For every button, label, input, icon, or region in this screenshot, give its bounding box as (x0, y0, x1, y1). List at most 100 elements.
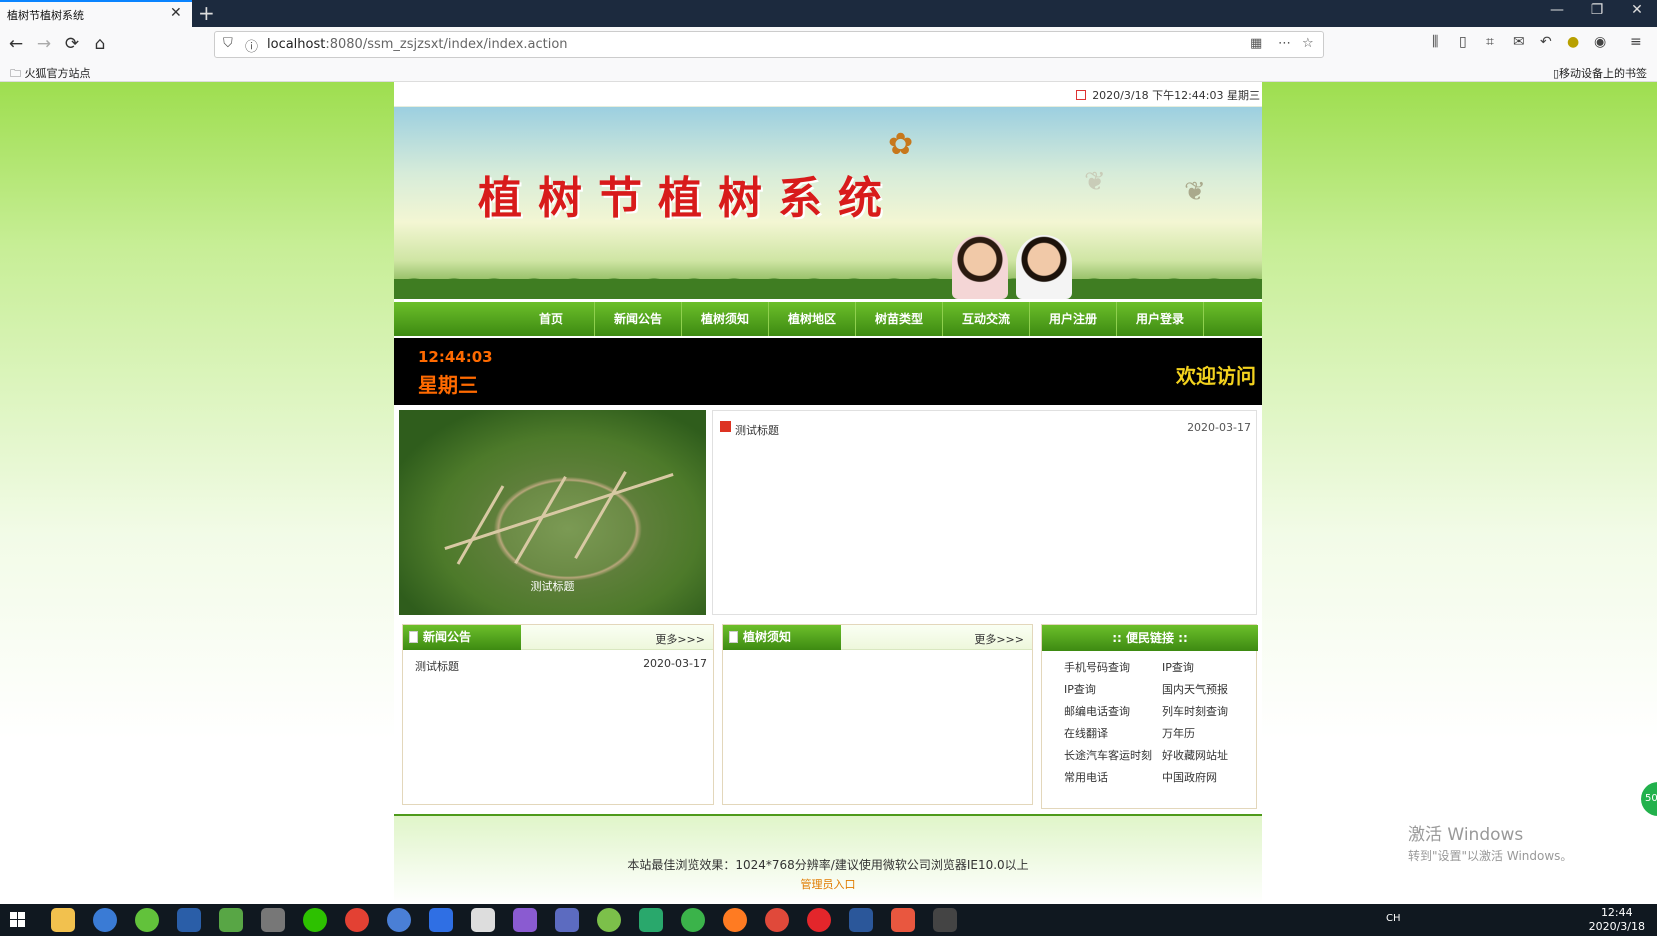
menu-home[interactable]: 首页 (508, 302, 595, 336)
app-icon[interactable] (135, 908, 159, 932)
link-translate[interactable]: 在线翻译 (1064, 725, 1108, 741)
url-bar[interactable]: ⛉ ⓘ localhost:8080/ssm_zsjzsxt/index/ind… (214, 31, 1324, 58)
app-icon[interactable] (555, 908, 579, 932)
admin-entry-link[interactable]: 管理员入口 (394, 876, 1262, 892)
app-icon[interactable] (933, 908, 957, 932)
active-tab[interactable]: 植树节植树系统 ✕ (0, 0, 192, 27)
document-icon (729, 631, 738, 643)
file-explorer-icon[interactable] (51, 908, 75, 932)
main-menu: 首页 新闻公告 植树须知 植树地区 树苗类型 互动交流 用户注册 用户登录 (394, 302, 1262, 336)
app-icon[interactable] (387, 908, 411, 932)
library-icon[interactable]: ⫼ (1432, 34, 1438, 50)
menu-icon[interactable]: ≡ (1630, 34, 1642, 50)
bookmark-mobile[interactable]: ▯移动设备上的书签 (1553, 65, 1647, 81)
chrome-icon[interactable] (345, 908, 369, 932)
calendar-icon (1076, 90, 1087, 100)
page-actions-icon[interactable]: ⋯ (1278, 36, 1291, 51)
restore-button[interactable]: ❐ (1577, 2, 1617, 18)
app-icon[interactable] (219, 908, 243, 932)
photo-caption[interactable]: 测试标题 (399, 578, 706, 594)
site-info-icon[interactable]: ⓘ (245, 36, 258, 55)
close-window-button[interactable]: ✕ (1617, 2, 1657, 18)
system-clock[interactable]: 12:44 2020/3/18 (1589, 906, 1645, 934)
app-icon[interactable] (177, 908, 201, 932)
url-host: localhost (267, 37, 326, 52)
leaf-vein (514, 475, 567, 565)
menu-login[interactable]: 用户登录 (1117, 302, 1204, 336)
screenshot-icon[interactable]: ⌗ (1486, 34, 1494, 50)
butterfly-icon: ❦ (1184, 177, 1206, 207)
link-phone-lookup[interactable]: 手机号码查询 (1064, 659, 1130, 675)
windows-start-icon[interactable] (10, 912, 26, 928)
news-item-title[interactable]: 测试标题 (415, 658, 459, 674)
link-ip-lookup[interactable]: IP查询 (1064, 681, 1096, 697)
panel-title: 植树须知 (723, 625, 841, 650)
featured-photo[interactable]: 测试标题 (399, 410, 706, 615)
child-photo (1016, 235, 1072, 299)
back-icon[interactable]: ← (4, 32, 28, 56)
panel-header: 新闻公告 更多>>> (403, 625, 713, 650)
link-train-schedule[interactable]: 列车时刻查询 (1162, 703, 1228, 719)
app-icon[interactable] (891, 908, 915, 932)
menu-seedling-types[interactable]: 树苗类型 (856, 302, 943, 336)
link-ip-lookup[interactable]: IP查询 (1162, 659, 1194, 675)
link-bus-schedule[interactable]: 长途汽车客运时刻 (1064, 747, 1152, 763)
chrome-icon[interactable] (765, 908, 789, 932)
wechat-icon[interactable] (303, 908, 327, 932)
guide-panel: 植树须知 更多>>> (722, 624, 1033, 805)
tab-close-icon[interactable]: ✕ (170, 5, 182, 21)
more-link[interactable]: 更多>>> (974, 631, 1024, 647)
bookmark-star-icon[interactable]: ☆ (1302, 36, 1314, 51)
word-icon[interactable] (849, 908, 873, 932)
app-icon[interactable] (597, 908, 621, 932)
undo-icon[interactable]: ↶ (1540, 34, 1552, 50)
extension-icon[interactable]: ● (1567, 34, 1579, 50)
banner: 植树节植树系统 ✿ ❦ ❦ (394, 107, 1262, 299)
floating-badge[interactable]: 50 (1641, 782, 1657, 816)
menu-news[interactable]: 新闻公告 (595, 302, 682, 336)
link-weather[interactable]: 国内天气预报 (1162, 681, 1228, 697)
firefox-icon[interactable] (723, 908, 747, 932)
minimize-button[interactable]: — (1537, 2, 1577, 18)
app-icon[interactable] (429, 908, 453, 932)
headline-box: 测试标题 2020-03-17 (712, 410, 1257, 615)
reload-icon[interactable]: ⟳ (60, 32, 84, 56)
menu-register[interactable]: 用户注册 (1030, 302, 1117, 336)
home-icon[interactable]: ⌂ (88, 32, 112, 56)
tools-icon[interactable] (261, 908, 285, 932)
link-favorites[interactable]: 好收藏网站址 (1162, 747, 1228, 763)
tray-time: 12:44 (1600, 906, 1633, 919)
input-language[interactable]: CH (1386, 913, 1401, 924)
menu-interaction[interactable]: 互动交流 (943, 302, 1030, 336)
opera-icon[interactable] (807, 908, 831, 932)
app-icon[interactable] (681, 908, 705, 932)
link-common-phones[interactable]: 常用电话 (1064, 769, 1108, 785)
url-text[interactable]: localhost:8080/ssm_zsjzsxt/index/index.a… (267, 37, 568, 52)
quick-links-title: :: 便民链接 :: (1042, 625, 1258, 651)
ie-icon[interactable] (93, 908, 117, 932)
shield-icon[interactable]: ⛉ (223, 36, 233, 51)
link-gov-site[interactable]: 中国政府网 (1162, 769, 1217, 785)
child-photo (952, 235, 1008, 299)
news-flag-icon (720, 421, 731, 432)
tab-title: 植树节植树系统 (7, 9, 84, 22)
headline-title[interactable]: 测试标题 (735, 422, 779, 438)
bookmarks-toolbar: 🗀 火狐官方站点 ▯移动设备上的书签 (0, 62, 1657, 82)
more-link[interactable]: 更多>>> (655, 631, 705, 647)
link-postcode[interactable]: 邮编电话查询 (1064, 703, 1130, 719)
welcome-text: 欢迎访问 (1176, 364, 1256, 388)
bookmark-label: 火狐官方站点 (24, 67, 91, 80)
qr-code-icon[interactable]: ▦ (1250, 36, 1262, 51)
app-icon[interactable] (471, 908, 495, 932)
quick-links-panel: :: 便民链接 :: 手机号码查询 IP查询 IP查询 国内天气预报 邮编电话查… (1041, 624, 1258, 809)
new-tab-button[interactable]: + (198, 1, 215, 25)
link-calendar[interactable]: 万年历 (1162, 725, 1195, 741)
account-icon[interactable]: ◉ (1594, 34, 1606, 50)
menu-regions[interactable]: 植树地区 (769, 302, 856, 336)
chat-icon[interactable]: ✉ (1513, 34, 1525, 50)
sidebar-icon[interactable]: ▯ (1459, 34, 1467, 50)
app-icon[interactable] (639, 908, 663, 932)
forward-icon[interactable]: → (32, 32, 56, 56)
visual-studio-icon[interactable] (513, 908, 537, 932)
menu-guide[interactable]: 植树须知 (682, 302, 769, 336)
